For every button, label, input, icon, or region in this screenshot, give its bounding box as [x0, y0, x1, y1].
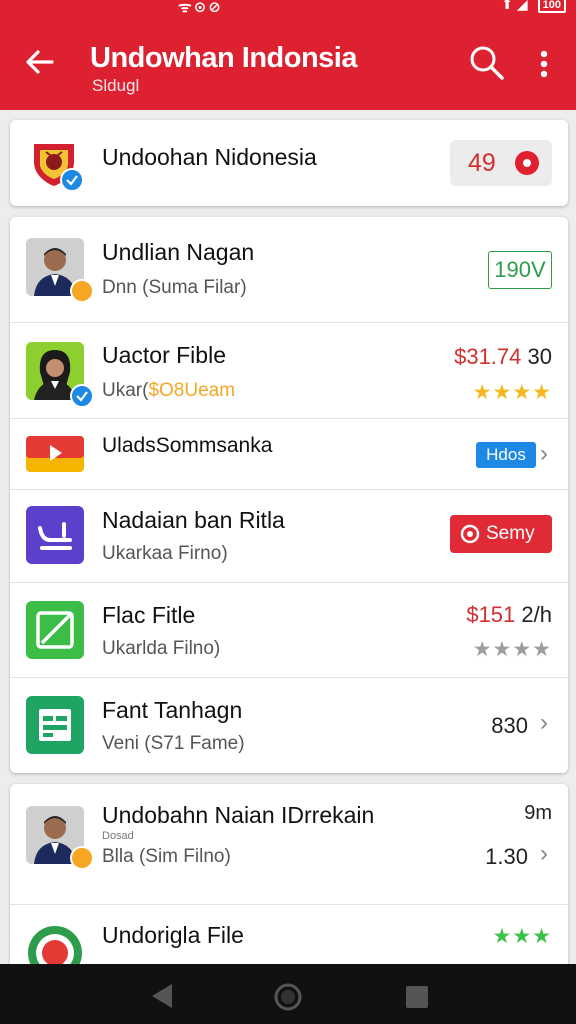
app-icon — [26, 696, 84, 754]
more-options-button[interactable] — [532, 46, 556, 82]
page-subtitle: Sldugl — [92, 76, 140, 95]
list-item[interactable]: Nadaian ban Ritla Ukarkaa Firno) Semy — [10, 489, 568, 583]
status-icons-left: ᯤ⊙⊘ — [178, 0, 223, 16]
item-title: Undorigla File — [102, 922, 244, 948]
item-title: Flac Fitle — [102, 602, 196, 628]
chevron-right-icon: › — [540, 709, 548, 736]
item-subtitle-highlight: $O8Ueam — [148, 380, 236, 401]
list-item[interactable]: Flac Fitle Ukarlda Filno) $151 2/h ★★★★ — [10, 582, 568, 678]
item-price-line: $151 2/h — [466, 602, 552, 628]
item-price-suffix: 2/h — [521, 602, 552, 627]
video-play-icon — [26, 436, 84, 472]
circle-home-icon — [274, 983, 302, 1011]
app-bar: Undowhan Indonsia Sldugl — [0, 22, 576, 110]
star-badge-icon — [70, 846, 94, 870]
system-nav-bar — [0, 964, 576, 1024]
nav-back-button[interactable] — [148, 982, 174, 1015]
item-price-line: $31.74 30 — [454, 344, 552, 370]
search-button[interactable] — [466, 42, 508, 84]
item-title: UladsSommsanka — [102, 434, 273, 457]
app-list: Undlian Nagan Dnn (Suma Filar) 190V Uact… — [10, 217, 568, 773]
rating-stars: ★★★ — [492, 925, 552, 948]
emblem-logo — [30, 138, 84, 192]
item-tiny-label: Dosad — [102, 830, 134, 842]
app-icon — [26, 506, 84, 564]
item-subtitle: Blla (Sim Filno) — [102, 846, 231, 867]
item-subtitle: Veni (S71 Fame) — [102, 733, 245, 754]
status-icons-right: ⬆ ◢ 100 — [501, 0, 566, 13]
item-value: 1.30 — [485, 844, 528, 869]
back-button[interactable] — [20, 42, 60, 82]
item-price: $31.74 — [454, 344, 522, 369]
item-title: Nadaian ban Ritla — [102, 507, 285, 533]
item-title: Fant Tanhagn — [102, 697, 243, 723]
star-badge-icon — [70, 279, 94, 303]
item-value: 830 — [491, 713, 528, 738]
page-title: Undowhan Indonsia — [90, 42, 358, 74]
verified-badge-icon — [70, 384, 94, 408]
list-item[interactable]: Uactor Fible Ukar($O8Ueam $31.74 30 ★★★★ — [10, 322, 568, 419]
header-card[interactable]: Undoohan Nidonesia 49 — [10, 120, 568, 206]
rating-stars: ★★★★ — [472, 381, 552, 404]
triangle-back-icon — [152, 984, 172, 1008]
header-card-name: Undoohan Nidonesia — [102, 144, 317, 170]
item-subtitle: Ukarlda Filno) — [102, 638, 221, 659]
tag-badge[interactable]: Hdos — [476, 442, 536, 468]
chevron-right-icon: › — [540, 840, 548, 867]
signal-icon: ⬆ ◢ — [501, 0, 528, 12]
item-title: Undobahn Naian IDrrekain — [102, 802, 375, 828]
item-price-suffix: 30 — [527, 344, 552, 369]
list-item[interactable]: Fant Tanhagn Veni (S71 Fame) 830 › — [10, 677, 568, 773]
count-value: 49 — [468, 149, 496, 177]
item-price: $151 — [466, 602, 516, 627]
record-icon — [515, 151, 539, 175]
arrow-left-icon — [26, 50, 54, 74]
status-badge[interactable]: 190V — [488, 251, 552, 289]
item-subtitle-prefix: Ukar( — [102, 380, 149, 401]
battery-icon: 100 — [537, 0, 566, 13]
item-subtitle: Dnn (Suma Filar) — [102, 277, 247, 298]
subscribe-label: Semy — [486, 523, 535, 544]
item-subtitle: Ukar($O8Ueam — [102, 380, 235, 402]
list-item[interactable]: Undlian Nagan Dnn (Suma Filar) 190V — [10, 217, 568, 323]
more-vertical-icon — [540, 50, 548, 78]
list-item[interactable]: Undobahn Naian IDrrekain Dosad Blla (Sim… — [10, 784, 568, 905]
chevron-right-icon: › — [540, 440, 548, 467]
subscribe-button[interactable]: Semy — [450, 515, 552, 553]
rating-stars: ★★★★ — [472, 638, 552, 661]
verified-badge-icon — [60, 168, 84, 192]
record-icon — [460, 524, 480, 544]
list-item[interactable]: UladsSommsanka Hdos › — [10, 418, 568, 490]
status-bar: ᯤ⊙⊘ ⬆ ◢ 100 — [0, 0, 576, 22]
nav-recents-button[interactable] — [404, 984, 430, 1015]
item-meta: 9m — [524, 802, 552, 824]
nav-home-button[interactable] — [273, 982, 303, 1017]
square-recents-icon — [406, 986, 428, 1008]
app-list-secondary: Undobahn Naian IDrrekain Dosad Blla (Sim… — [10, 784, 568, 984]
count-pill[interactable]: 49 — [450, 140, 552, 186]
app-icon — [26, 601, 84, 659]
item-title: Undlian Nagan — [102, 239, 255, 265]
search-icon — [470, 46, 504, 80]
item-subtitle: Ukarkaa Firno) — [102, 543, 228, 564]
item-title: Uactor Fible — [102, 342, 226, 368]
